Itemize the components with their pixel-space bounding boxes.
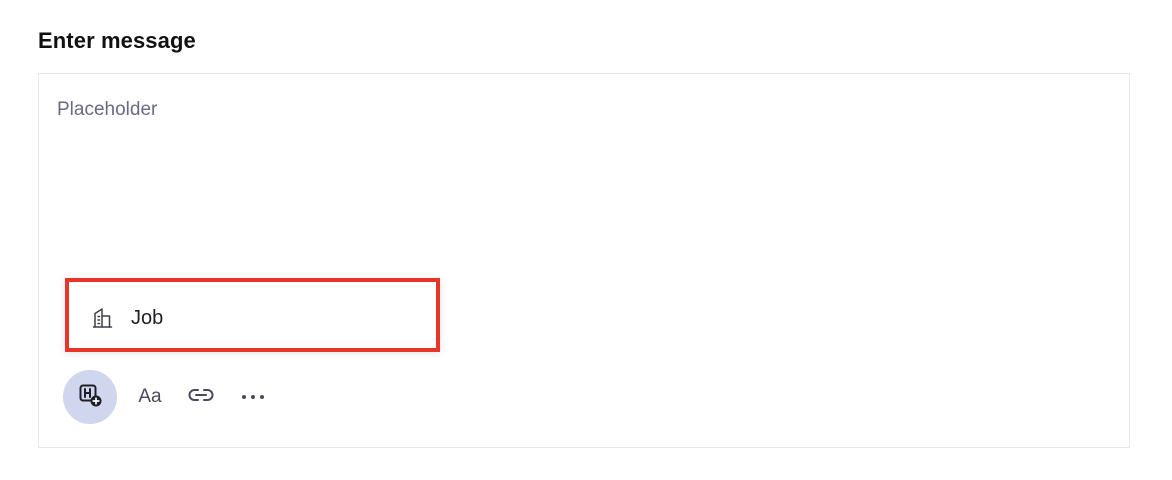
text-format-label: Aa xyxy=(138,386,162,407)
page-title: Enter message xyxy=(38,28,196,53)
building-icon xyxy=(91,306,115,330)
insert-menu-item-job[interactable]: Job xyxy=(69,282,436,348)
link-icon xyxy=(186,385,216,410)
message-composer: Enter message Job xyxy=(0,0,1172,480)
insert-menu-item-label: Job xyxy=(131,307,164,329)
attach-job-button[interactable] xyxy=(63,370,117,424)
message-editor[interactable]: Job Aa xyxy=(38,73,1130,448)
editor-toolbar: Aa xyxy=(63,369,267,425)
attach-job-icon xyxy=(76,381,104,414)
message-input[interactable] xyxy=(57,98,1097,248)
text-format-button[interactable]: Aa xyxy=(135,382,165,412)
insert-link-button[interactable] xyxy=(185,382,217,412)
more-icon xyxy=(240,388,266,406)
more-options-button[interactable] xyxy=(239,382,267,412)
insert-menu-popup: Job xyxy=(65,278,440,352)
